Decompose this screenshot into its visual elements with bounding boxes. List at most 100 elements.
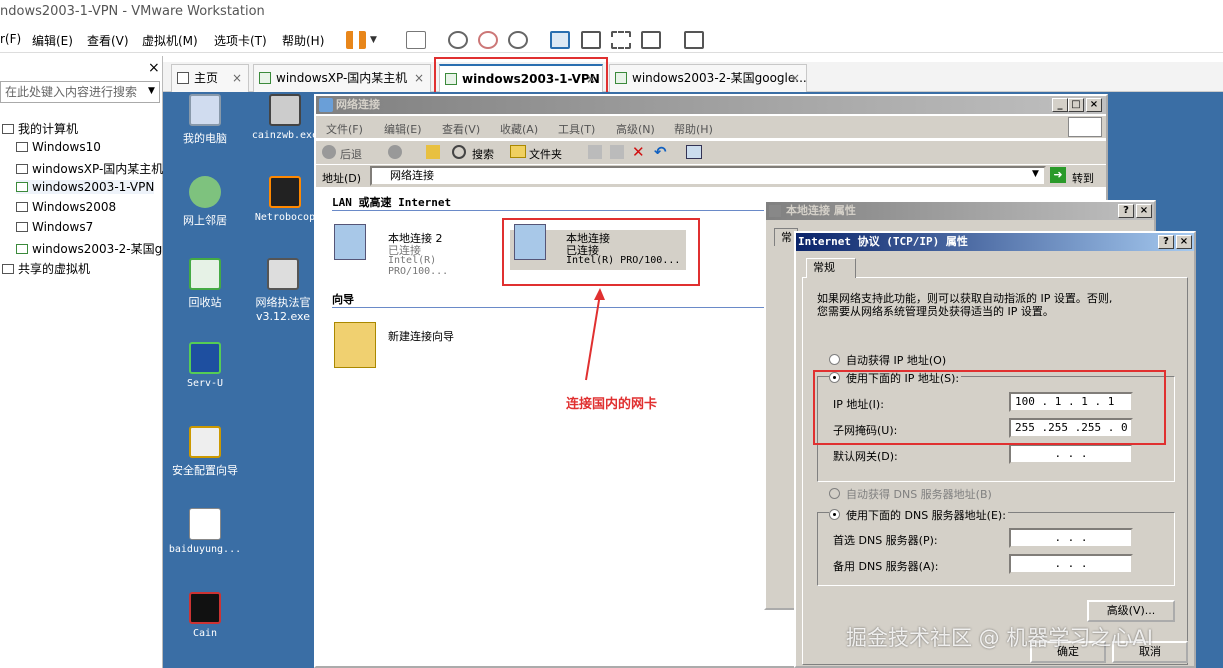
menu-tabs[interactable]: 选项卡(T) [214,32,267,49]
tree-root[interactable]: 我的计算机 [2,120,78,137]
chevron-down-icon[interactable]: ▼ [1032,169,1039,179]
menu-help[interactable]: 帮助(H) [674,121,713,137]
network-globe-icon [189,176,221,208]
close-icon[interactable]: × [148,60,160,76]
address-bar: 地址(D) 网络连接 ▼ ➜ 转到 [316,165,1106,187]
back-icon[interactable] [322,145,336,159]
tree-item-vm-selected[interactable]: windows2003-1-VPN [16,180,155,194]
properties-titlebar: 本地连接 属性 [766,202,1154,220]
highlight-connection [502,218,700,286]
snapshot-icon[interactable] [448,31,468,49]
menu-edit[interactable]: 编辑(E) [32,32,73,49]
address-input[interactable]: 网络连接 [370,166,1046,186]
new-connection-wizard[interactable]: 新建连接向导 [334,322,514,370]
move-to-icon[interactable] [588,145,602,159]
unity-icon[interactable] [641,31,661,49]
help-button[interactable]: ? [1118,204,1134,218]
advanced-button[interactable]: 高级(V)... [1087,600,1175,622]
tree-shared[interactable]: 共享的虚拟机 [2,260,90,277]
tab-windows2003-2[interactable]: windows2003-2-某国google... × [609,64,807,92]
views-icon[interactable] [686,145,702,159]
tree-item-vm[interactable]: windowsXP-国内某主机 [16,160,163,177]
pause-icon[interactable] [346,31,366,49]
network-connections-titlebar: 网络连接 [316,96,1106,114]
maximize-button[interactable]: □ [1068,98,1084,112]
menu-file[interactable]: r(F) [0,32,21,46]
minimize-button[interactable]: _ [1052,98,1068,112]
sidebar-toggle-icon[interactable] [550,31,570,49]
up-folder-icon[interactable] [426,145,440,159]
desktop-icon-network[interactable]: 网上邻居 [165,176,245,228]
back-button[interactable]: 后退 [340,146,362,162]
go-arrow-icon[interactable]: ➜ [1050,167,1066,183]
close-button[interactable]: × [1086,98,1102,112]
alternate-dns-label: 备用 DNS 服务器(A): [833,560,939,573]
desktop-icon-security-wizard[interactable]: 安全配置向导 [165,426,245,478]
copy-to-icon[interactable] [610,145,624,159]
default-gateway-field[interactable]: . . . [1009,444,1133,464]
folders-icon[interactable] [510,145,526,158]
toolbar: 后退 搜索 文件夹 ✕ ↶ [316,140,1106,164]
tree-item-vm[interactable]: Windows10 [16,140,101,154]
menu-vm[interactable]: 虚拟机(M) [142,32,198,49]
close-button[interactable]: × [1136,204,1152,218]
close-icon[interactable]: × [232,65,242,91]
desktop-icon-netrobocop[interactable]: Netrobocop [245,176,325,223]
forward-icon[interactable] [388,145,402,159]
security-wizard-icon [189,426,221,458]
window-title: ndows2003-1-VPN - VMware Workstation [0,0,1223,24]
thumbnail-view-icon[interactable] [684,31,704,49]
menu-view[interactable]: 查看(V) [87,32,129,49]
folders-button[interactable]: 文件夹 [529,146,562,162]
netlaw-icon [267,258,299,290]
console-view-icon[interactable] [581,31,601,49]
connection-local-2[interactable]: 本地连接 2 已连接 Intel(R) PRO/100... [334,224,494,277]
network-adapter-icon [334,224,366,260]
go-button[interactable]: 转到 [1072,170,1094,186]
tree-item-vm[interactable]: windows2003-2-某国g [16,240,162,257]
desktop-icon-cain-exe[interactable]: cainzwb.exe [245,94,325,141]
tab-general[interactable]: 常规 [806,258,856,278]
tab-windowsxp[interactable]: windowsXP-国内某主机 × [253,64,431,92]
desktop-icon-cain[interactable]: Cain [165,592,245,639]
desktop-icon-serv-u[interactable]: Serv-U [165,342,245,389]
menu-file[interactable]: 文件(F) [326,121,363,137]
radio-disabled-icon [829,488,840,499]
menu-help[interactable]: 帮助(H) [282,32,324,49]
tab-home[interactable]: 主页 × [171,64,249,92]
desktop-icon-my-computer[interactable]: 我的电脑 [165,94,245,146]
radio-manual-dns[interactable]: 使用下面的 DNS 服务器地址(E): [829,507,1008,523]
chevron-down-icon[interactable]: ▼ [148,86,155,96]
preferred-dns-field[interactable]: . . . [1009,528,1133,548]
radio-auto-dns[interactable]: 自动获得 DNS 服务器地址(B) [829,486,992,502]
menu-edit[interactable]: 编辑(E) [384,121,422,137]
radio-auto-ip[interactable]: 自动获得 IP 地址(O) [829,352,946,368]
snapshot-manager-icon[interactable] [508,31,528,49]
tree-item-vm[interactable]: Windows7 [16,220,93,234]
help-button[interactable]: ? [1158,235,1174,249]
delete-icon[interactable]: ✕ [632,143,645,161]
menu-favorites[interactable]: 收藏(A) [500,121,538,137]
search-icon[interactable] [452,145,466,159]
undo-icon[interactable]: ↶ [654,143,667,161]
desktop-icon-baiduyun[interactable]: baiduyung... [165,508,245,555]
desktop-icon-netlaw[interactable]: 网络执法官 v3.12.exe [243,258,323,323]
library-search-input[interactable]: 在此处键入内容进行搜索 [0,81,160,103]
alternate-dns-field[interactable]: . . . [1009,554,1133,574]
fullscreen-icon[interactable] [611,31,631,49]
vm-running-icon [615,72,627,84]
close-button[interactable]: × [1176,235,1192,249]
desktop-icon-recycle-bin[interactable]: 回收站 [165,258,245,310]
chevron-down-icon[interactable]: ▼ [370,31,380,49]
search-button[interactable]: 搜索 [472,146,494,162]
vm-running-icon [259,72,271,84]
revert-snapshot-icon[interactable] [478,31,498,49]
preferred-dns-label: 首选 DNS 服务器(P): [833,534,938,547]
close-icon[interactable]: × [414,65,424,91]
menu-tools[interactable]: 工具(T) [558,121,595,137]
send-keys-icon[interactable] [406,31,426,49]
tree-item-vm[interactable]: Windows2008 [16,200,116,214]
menu-advanced[interactable]: 高级(N) [616,121,655,137]
close-icon[interactable]: × [790,65,800,91]
menu-view[interactable]: 查看(V) [442,121,480,137]
